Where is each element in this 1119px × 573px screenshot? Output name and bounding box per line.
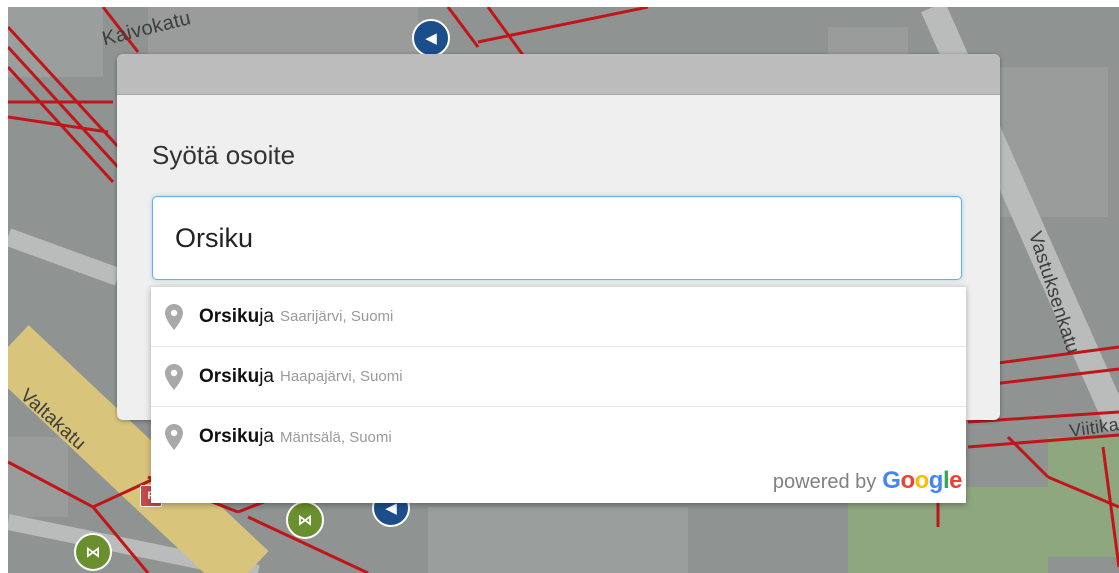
suggestion-secondary-text: Haapajärvi, Suomi (280, 368, 403, 385)
google-logo-letter: o (900, 467, 915, 494)
bike-station-marker-icon[interactable]: ⋈ (286, 501, 324, 539)
address-input[interactable] (152, 196, 962, 280)
autocomplete-suggestion[interactable]: Orsikuja Mäntsälä, Suomi (151, 407, 966, 467)
suggestion-rest-text: ja (259, 305, 274, 327)
suggestion-main-text: Orsikuja (199, 306, 274, 328)
suggestion-secondary-text: Mäntsälä, Suomi (280, 428, 392, 446)
autocomplete-dropdown: Orsikuja Saarijärvi, Suomi Orsikuja Haap… (151, 286, 966, 503)
powered-by-text: powered by (772, 471, 877, 493)
map-pin-icon (165, 424, 183, 450)
autocomplete-suggestion[interactable]: Orsikuja Haapajärvi, Suomi (151, 347, 966, 407)
map-pin-icon (165, 363, 183, 390)
google-logo-letter: G (882, 467, 901, 494)
suggestion-match-text: Orsiku (199, 305, 260, 327)
dialog-header (117, 54, 1000, 95)
suggestion-match-text: Orsiku (199, 365, 260, 387)
map-pin-icon (165, 303, 183, 330)
bike-station-marker-icon[interactable]: ⋈ (74, 533, 112, 571)
suggestion-secondary-text: Saarijärvi, Suomi (280, 308, 394, 325)
google-logo-letter: e (949, 467, 962, 494)
suggestion-rest-text: ja (259, 426, 274, 447)
powered-by-google: powered by Google (772, 467, 963, 495)
google-logo-letter: g (928, 467, 944, 494)
autocomplete-suggestion[interactable]: Orsikuja Saarijärvi, Suomi (151, 287, 966, 347)
google-logo: Google (882, 467, 962, 495)
bus-stop-marker-icon[interactable]: ◀ (412, 19, 450, 57)
suggestion-main-text: Orsikuja (199, 426, 274, 448)
suggestion-rest-text: ja (259, 365, 274, 387)
suggestion-match-text: Orsiku (199, 426, 260, 447)
google-logo-letter: o (914, 467, 930, 494)
dialog-title: Syötä osoite (152, 140, 296, 170)
suggestion-main-text: Orsikuja (199, 366, 274, 388)
